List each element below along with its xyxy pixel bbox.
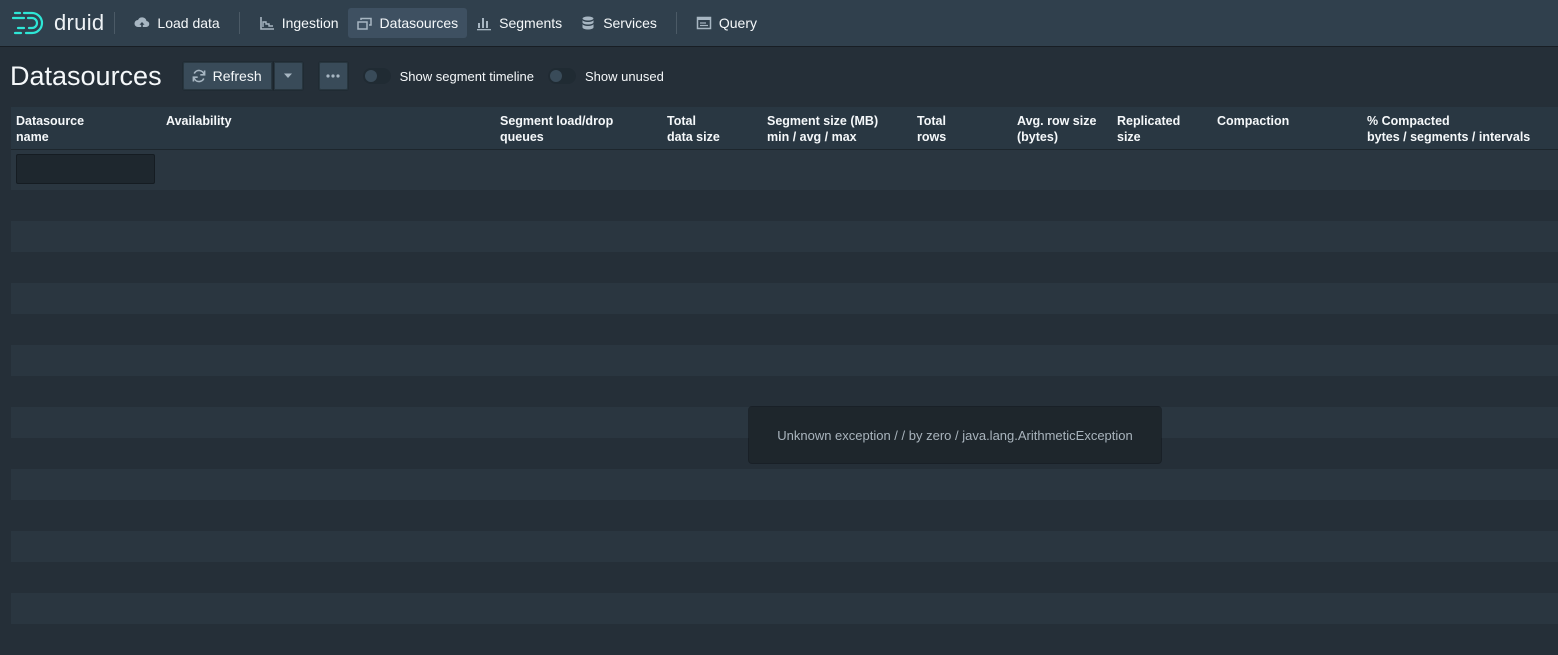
datasource-filter-input[interactable]: [16, 154, 155, 184]
logo-text: druid: [54, 10, 105, 35]
error-message-box: Unknown exception / / by zero / java.lan…: [749, 407, 1161, 463]
refresh-options-button[interactable]: [272, 61, 304, 91]
column-header-line: Total: [667, 114, 696, 128]
table-row: [11, 314, 1558, 345]
column-header-replicated-size[interactable]: Replicated size: [1117, 113, 1180, 145]
column-header-line: min / avg / max: [767, 130, 857, 144]
multi-select-icon: [356, 17, 372, 30]
table-row: [11, 252, 1558, 283]
column-header-datasource-name[interactable]: Datasource name: [16, 113, 84, 145]
table-row: [11, 562, 1558, 593]
nav-segments[interactable]: Segments: [467, 8, 571, 38]
table-row: [11, 283, 1558, 314]
druid-logo[interactable]: druid: [12, 0, 104, 46]
nav-ingestion-label: Ingestion: [281, 15, 339, 31]
filter-row: [11, 150, 1558, 190]
refresh-button[interactable]: Refresh: [181, 61, 273, 91]
column-header-compaction[interactable]: Compaction: [1217, 113, 1289, 129]
nav-divider: [114, 12, 116, 34]
nav-load-data[interactable]: Load data: [125, 8, 228, 38]
stacked-chart-icon: [477, 18, 492, 31]
cloud-upload-icon: [134, 17, 150, 28]
column-header-line: rows: [917, 130, 947, 144]
column-header-line: Avg. row size: [1017, 114, 1097, 128]
table-row: [11, 500, 1558, 531]
show-segment-timeline-switch[interactable]: Show segment timeline: [362, 68, 535, 84]
column-header-line: Replicated: [1117, 114, 1181, 128]
column-header-percent-compacted[interactable]: % Compacted bytes / segments / intervals: [1367, 113, 1530, 145]
column-header-line: bytes / segments / intervals: [1367, 130, 1531, 144]
more-options-button[interactable]: [317, 61, 349, 91]
column-header-segment-queues[interactable]: Segment load/drop queues: [500, 113, 613, 145]
column-header-total-rows[interactable]: Total rows: [917, 113, 946, 145]
table-row: [11, 531, 1558, 562]
column-header-line: % Compacted: [1367, 114, 1450, 128]
column-header-line: size: [1117, 130, 1141, 144]
table-row: [11, 593, 1558, 624]
table-row: [11, 345, 1558, 376]
nav-load-data-label: Load data: [157, 15, 220, 31]
table-row: [11, 190, 1558, 221]
switch-track[interactable]: [362, 68, 391, 84]
nav-divider: [238, 12, 240, 34]
nav-datasources-label: Datasources: [379, 15, 459, 31]
table-row: [11, 376, 1558, 407]
table-row: [11, 469, 1558, 500]
datasources-table: Datasource name Availability Segment loa…: [11, 107, 1558, 655]
nav-datasources[interactable]: Datasources: [347, 8, 468, 38]
more-icon: [326, 74, 340, 78]
nav-services-label: Services: [603, 15, 657, 31]
column-header-total-data-size[interactable]: Total data size: [667, 113, 720, 145]
column-header-line: Compaction: [1217, 114, 1290, 128]
show-segment-timeline-label: Show segment timeline: [399, 68, 535, 84]
nav-services[interactable]: Services: [571, 8, 666, 38]
view-control-bar: Datasources Refresh Show segment timelin…: [10, 59, 664, 93]
table-header: Datasource name Availability Segment loa…: [11, 107, 1558, 150]
column-header-line: Datasource: [16, 114, 85, 128]
switch-knob: [550, 70, 563, 82]
database-icon: [582, 16, 594, 30]
page-title: Datasources: [10, 60, 162, 91]
nav-query-label: Query: [718, 15, 757, 31]
chart-icon: [259, 17, 274, 30]
column-header-line: Segment size (MB): [767, 114, 879, 128]
column-header-segment-size[interactable]: Segment size (MB) min / avg / max: [767, 113, 878, 145]
column-header-line: name: [16, 130, 49, 144]
column-header-line: Availability: [166, 114, 232, 128]
table-row: [11, 624, 1558, 655]
refresh-label: Refresh: [212, 68, 262, 84]
nav-query[interactable]: Query: [687, 8, 766, 38]
switch-track[interactable]: [548, 68, 577, 84]
caret-down-icon: [284, 73, 293, 78]
druid-logo-icon: [12, 11, 44, 35]
show-unused-label: Show unused: [585, 68, 664, 84]
column-header-line: queues: [500, 130, 544, 144]
column-header-availability[interactable]: Availability: [166, 113, 232, 129]
column-header-avg-row-size[interactable]: Avg. row size (bytes): [1017, 113, 1096, 145]
column-header-line: data size: [667, 130, 720, 144]
switch-knob: [364, 70, 377, 82]
column-header-line: Total: [917, 114, 946, 128]
column-header-line: (bytes): [1017, 130, 1058, 144]
table-row: [11, 221, 1558, 252]
top-navbar: druid Load data Ingestion Datasources Se…: [0, 0, 1558, 46]
nav-ingestion[interactable]: Ingestion: [250, 8, 348, 38]
column-header-line: Segment load/drop: [500, 114, 614, 128]
nav-segments-label: Segments: [499, 15, 563, 31]
show-unused-switch[interactable]: Show unused: [548, 68, 664, 84]
error-message-text: Unknown exception / / by zero / java.lan…: [777, 427, 1133, 443]
application-icon: [696, 16, 712, 30]
nav-divider: [675, 12, 677, 34]
refresh-icon: [192, 69, 205, 83]
